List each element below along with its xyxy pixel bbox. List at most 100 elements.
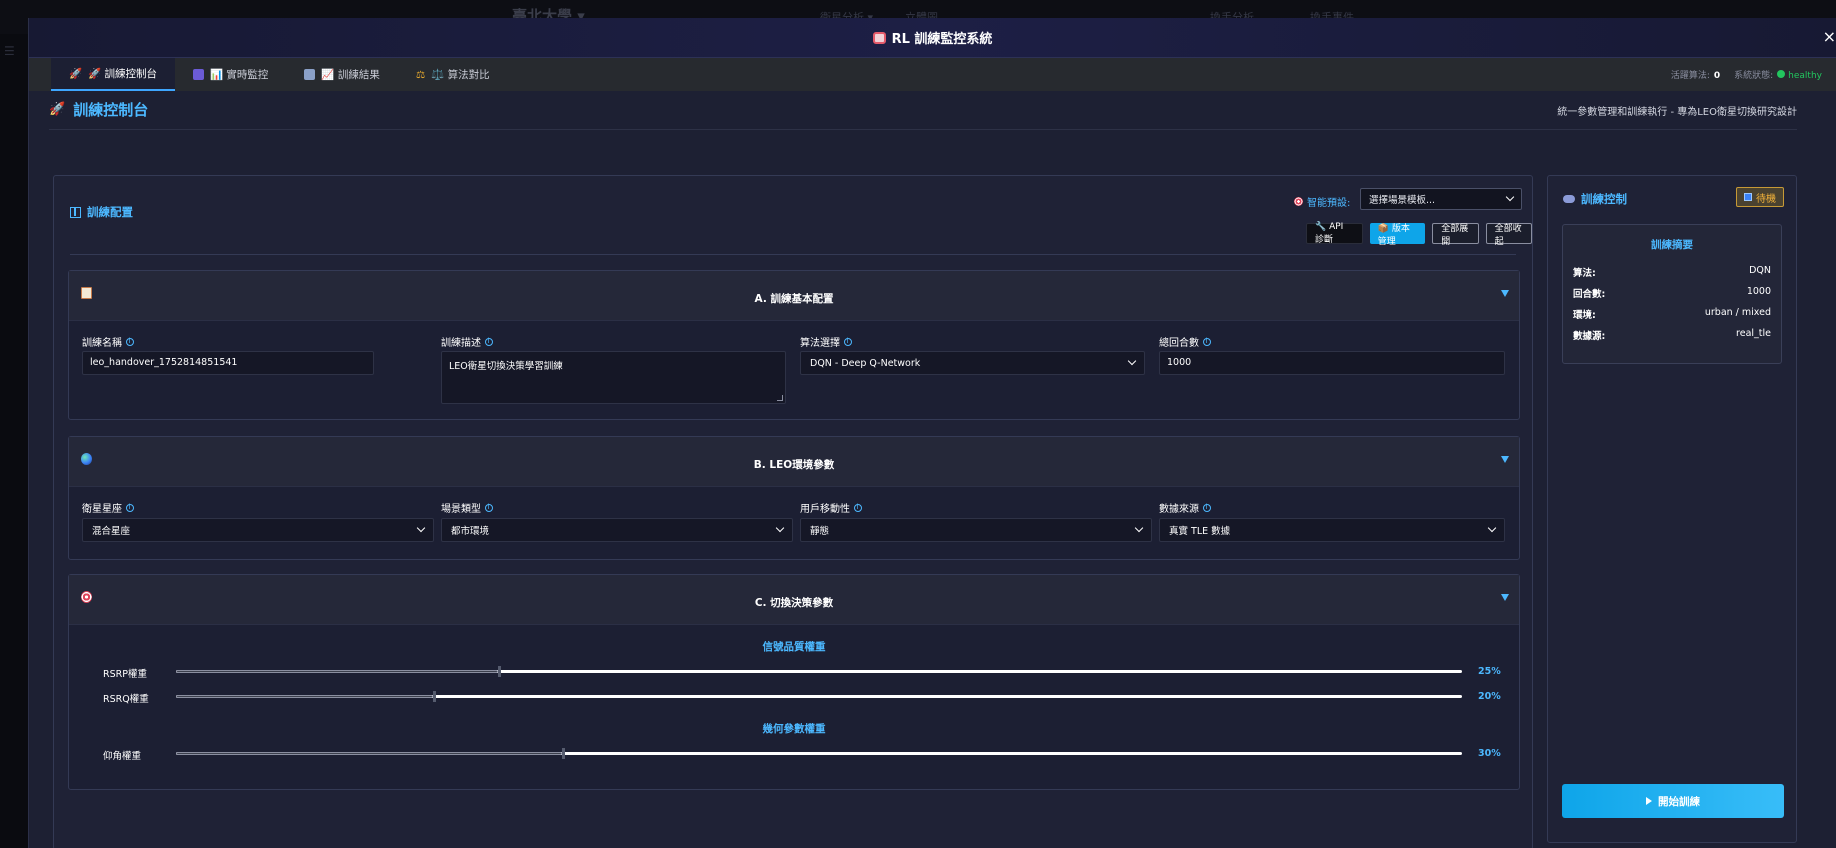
tab-training-console[interactable]: 🚀 🚀 訓練控制台 bbox=[51, 58, 175, 91]
training-summary: 訓練摘要 算法: DQN 回合數: 1000 環境: urban / mixed 數據… bbox=[1562, 224, 1782, 364]
episodes-input[interactable]: 1000 bbox=[1159, 351, 1505, 375]
info-icon[interactable] bbox=[485, 503, 493, 512]
collapse-arrow-icon[interactable] bbox=[1501, 594, 1509, 601]
info-icon[interactable] bbox=[844, 337, 852, 346]
modal-header: RL 訓練監控系統 × bbox=[29, 18, 1836, 58]
training-desc-label: 訓練描述 bbox=[441, 334, 493, 349]
rsrp-weight-label: RSRP權重 bbox=[103, 669, 147, 680]
collapse-all-button[interactable]: 全部收起 bbox=[1485, 223, 1532, 247]
rsrp-weight-slider[interactable] bbox=[176, 666, 1462, 677]
page-subtitle: 統一參數管理和訓練執行 - 專為LEO衛星切換研究設計 bbox=[1557, 107, 1797, 118]
training-name-label: 訓練名稱 bbox=[82, 334, 134, 349]
tab-realtime-monitor[interactable]: 📊 實時監控 bbox=[175, 58, 286, 91]
algorithm-select[interactable]: DQN - Deep Q-Network bbox=[800, 351, 1145, 375]
tab-algorithm-compare[interactable]: ⚖ ⚖️ 算法對比 bbox=[398, 58, 508, 91]
signal-weight-heading: 信號品質權重 bbox=[762, 641, 826, 653]
expand-all-button[interactable]: 全部展開 bbox=[1432, 223, 1479, 247]
slider-thumb[interactable] bbox=[433, 691, 436, 702]
info-icon[interactable] bbox=[1203, 503, 1211, 512]
collapse-arrow-icon[interactable] bbox=[1501, 290, 1509, 297]
resize-handle-icon[interactable] bbox=[777, 395, 783, 401]
chevron-down-icon bbox=[1134, 523, 1144, 533]
mobility-label: 用戶移動性 bbox=[800, 500, 862, 515]
target-icon bbox=[1294, 197, 1303, 206]
info-icon[interactable] bbox=[1203, 337, 1211, 346]
control-heading: 訓練控制 bbox=[1563, 191, 1627, 207]
menu-icon: ☰ bbox=[4, 44, 15, 58]
divider bbox=[49, 129, 1797, 130]
tab-label: ⚖️ 算法對比 bbox=[431, 69, 490, 81]
chevron-down-icon bbox=[416, 523, 426, 533]
modal-title-text: RL 訓練監控系統 bbox=[891, 32, 993, 47]
preset-label: 智能預設: bbox=[1294, 194, 1350, 209]
slider-fill bbox=[176, 670, 498, 673]
tab-label: 📈 訓練結果 bbox=[321, 69, 380, 81]
elevation-weight-value: 30% bbox=[1478, 748, 1501, 759]
tab-label: 📊 實時監控 bbox=[210, 69, 269, 81]
system-status: 系統狀態: healthy bbox=[1734, 70, 1822, 81]
modal-title: RL 訓練監控系統 bbox=[872, 28, 993, 47]
tab-label: 🚀 訓練控制台 bbox=[88, 68, 157, 80]
tab-bar: 🚀 🚀 訓練控制台 📊 實時監控 📈 訓練結果 ⚖ ⚖️ 算法對比 活躍算法: 0… bbox=[29, 58, 1836, 91]
section-header[interactable]: C. 切換決策參數 bbox=[69, 575, 1519, 625]
robot-icon bbox=[872, 31, 886, 44]
tab-training-results[interactable]: 📈 訓練結果 bbox=[286, 58, 397, 91]
config-heading: 訓練配置 bbox=[70, 204, 133, 220]
start-training-button[interactable]: 開始訓練 bbox=[1562, 784, 1784, 818]
collapse-arrow-icon[interactable] bbox=[1501, 456, 1509, 463]
grid-icon bbox=[70, 206, 81, 218]
training-control-panel: 訓練控制 待機 訓練摘要 算法: DQN 回合數: 1000 環境: urban / … bbox=[1547, 175, 1797, 843]
active-algorithms: 活躍算法: 0 bbox=[1670, 71, 1721, 81]
rocket-icon: 🚀 bbox=[49, 102, 66, 117]
rocket-icon: 🚀 bbox=[69, 68, 83, 80]
slider-thumb[interactable] bbox=[498, 666, 501, 677]
chevron-down-icon bbox=[1487, 523, 1497, 533]
stop-icon bbox=[1744, 193, 1752, 201]
summary-row: 回合數: 1000 bbox=[1573, 286, 1771, 300]
divider bbox=[70, 254, 1516, 255]
data-source-label: 數據來源 bbox=[1159, 500, 1211, 515]
play-icon bbox=[1646, 797, 1652, 805]
gamepad-icon bbox=[1563, 195, 1575, 203]
elevation-weight-slider[interactable] bbox=[176, 748, 1462, 759]
rsrq-weight-value: 20% bbox=[1478, 691, 1501, 702]
training-name-input[interactable]: leo_handover_1752814851541 bbox=[82, 351, 374, 375]
background-sidebar: ☰ bbox=[0, 34, 30, 848]
summary-row: 環境: urban / mixed bbox=[1573, 307, 1771, 321]
slider-fill bbox=[176, 752, 562, 755]
scenario-select[interactable]: 都市環境 bbox=[441, 518, 793, 542]
summary-row: 數據源: real_tle bbox=[1573, 328, 1771, 342]
config-button-row: 🔧 API 診斷 📦 版本管理 全部展開 全部收起 bbox=[1306, 222, 1532, 247]
status-area: 活躍算法: 0 系統狀態: healthy bbox=[1671, 68, 1822, 81]
status-dot-icon bbox=[1777, 70, 1786, 78]
preset-select[interactable]: 選擇場景模板... bbox=[1360, 188, 1522, 210]
close-button[interactable]: × bbox=[1823, 27, 1836, 46]
rsrq-weight-slider[interactable] bbox=[176, 691, 1462, 702]
info-icon[interactable] bbox=[126, 337, 134, 346]
status-badge: 待機 bbox=[1736, 187, 1784, 207]
section-header[interactable]: A. 訓練基本配置 bbox=[69, 271, 1519, 321]
slider-thumb[interactable] bbox=[562, 748, 565, 759]
section-basic-config: A. 訓練基本配置 訓練名稱 leo_handover_175281485154… bbox=[68, 270, 1520, 420]
info-icon[interactable] bbox=[485, 337, 493, 346]
section-header[interactable]: B. LEO環境參數 bbox=[69, 437, 1519, 487]
elevation-weight-label: 仰角權重 bbox=[103, 751, 142, 762]
page-title-text: 訓練控制台 bbox=[73, 101, 149, 119]
version-manage-button[interactable]: 📦 版本管理 bbox=[1369, 223, 1426, 247]
data-source-select[interactable]: 真實 TLE 數據 bbox=[1159, 518, 1505, 542]
info-icon[interactable] bbox=[126, 503, 134, 512]
summary-row: 算法: DQN bbox=[1573, 265, 1771, 279]
training-config-panel: 訓練配置 智能預設: 選擇場景模板... 🔧 API 診斷 📦 版本管理 全部展… bbox=[53, 175, 1533, 848]
bar-chart-icon bbox=[193, 69, 204, 80]
info-icon[interactable] bbox=[854, 503, 862, 512]
line-chart-icon bbox=[304, 69, 316, 80]
scale-icon: ⚖ bbox=[415, 68, 426, 81]
content-area: 🚀 訓練控制台 統一參數管理和訓練執行 - 專為LEO衛星切換研究設計 訓練配置… bbox=[29, 91, 1836, 848]
constellation-select[interactable]: 混合星座 bbox=[82, 518, 434, 542]
geometry-weight-heading: 幾何參數權重 bbox=[762, 723, 826, 735]
section-leo-env: B. LEO環境參數 衛星星座 混合星座 場景類型 都市環境 用戶移動性 靜態 … bbox=[68, 436, 1520, 560]
chevron-down-icon bbox=[1505, 192, 1515, 202]
mobility-select[interactable]: 靜態 bbox=[800, 518, 1152, 542]
api-diagnose-button[interactable]: 🔧 API 診斷 bbox=[1306, 222, 1363, 245]
training-desc-textarea[interactable]: LEO衛星切換決策學習訓練 bbox=[441, 351, 786, 404]
